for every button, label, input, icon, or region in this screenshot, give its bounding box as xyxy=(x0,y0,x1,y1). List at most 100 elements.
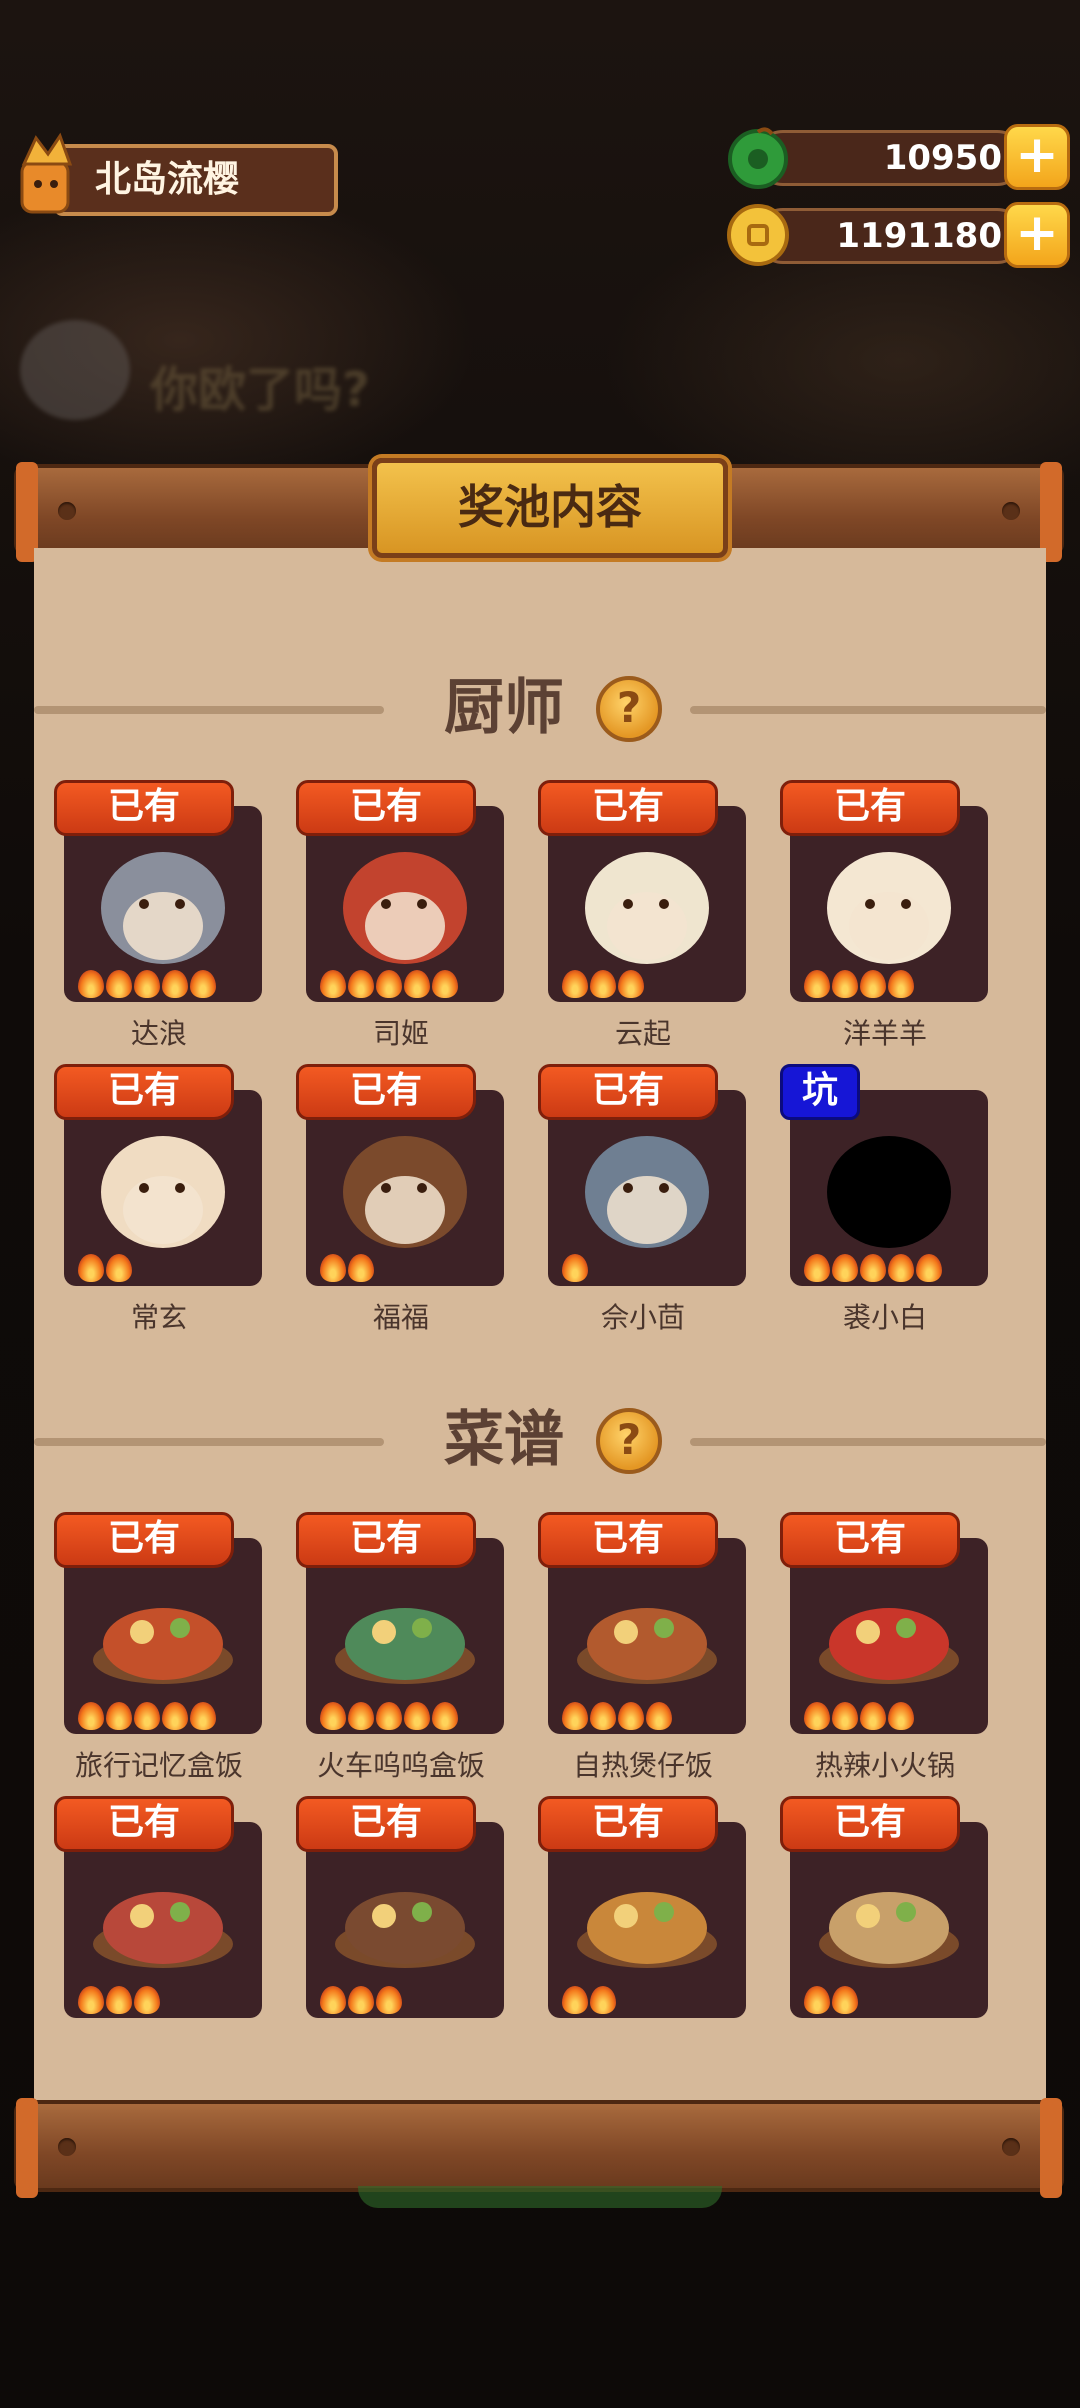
flame-icon xyxy=(804,1702,830,1730)
flame-icon xyxy=(832,1254,858,1282)
recipe-name: 自热煲仔饭 xyxy=(572,1749,713,1782)
chef-portrait-icon xyxy=(318,816,492,966)
flame-icon xyxy=(804,1986,830,2014)
background-banner-text: 你欧了吗? xyxy=(150,362,370,418)
flame-icon xyxy=(190,970,216,998)
chef-portrait-icon xyxy=(560,816,734,966)
flame-icon xyxy=(106,970,132,998)
rarity-flames xyxy=(562,1986,616,2014)
chef-portrait-icon xyxy=(560,1100,734,1250)
panel-bottom-plank xyxy=(14,2098,1064,2198)
chef-name: 裘小白 xyxy=(842,1301,927,1334)
owned-badge: 已有 xyxy=(538,780,718,836)
recipe-card[interactable]: 已有 xyxy=(780,1796,990,2030)
owned-badge: 已有 xyxy=(54,1796,234,1852)
owned-badge: 已有 xyxy=(780,1512,960,1568)
rarity-flames xyxy=(320,1986,402,2014)
chef-card[interactable]: 已有 司姬 xyxy=(296,780,506,1050)
flame-icon xyxy=(78,1254,104,1282)
flame-icon xyxy=(404,970,430,998)
chef-section-label: 厨师 xyxy=(444,673,564,743)
flame-icon xyxy=(376,970,402,998)
owned-badge: 已有 xyxy=(54,1064,234,1120)
flame-icon xyxy=(348,1254,374,1282)
owned-badge: 已有 xyxy=(54,780,234,836)
rarity-flames xyxy=(320,1254,374,1282)
flame-icon xyxy=(618,970,644,998)
chef-card[interactable]: 已有 洋羊羊 xyxy=(780,780,990,1050)
chef-portrait-icon xyxy=(76,1100,250,1250)
player-profile[interactable]: 北岛流樱 xyxy=(8,132,338,220)
recipe-help-button[interactable]: ? xyxy=(596,1408,662,1474)
rarity-flames xyxy=(320,1702,458,1730)
chef-name: 洋羊羊 xyxy=(842,1017,927,1050)
flame-icon xyxy=(348,970,374,998)
flame-icon xyxy=(888,1254,914,1282)
flame-icon xyxy=(590,970,616,998)
flame-icon xyxy=(320,970,346,998)
owned-badge: 已有 xyxy=(538,1796,718,1852)
hidden-button-edge xyxy=(358,2186,722,2208)
chef-avatar-icon xyxy=(20,132,73,214)
panel-title: 奖池内容 xyxy=(372,458,728,558)
rarity-flames xyxy=(562,970,644,998)
chef-name: 常玄 xyxy=(130,1301,187,1334)
flame-icon xyxy=(78,1986,104,2014)
chef-name: 佘小茴 xyxy=(600,1301,685,1334)
recipe-card[interactable]: 已有 自热煲仔饭 xyxy=(538,1512,748,1782)
chef-name: 云起 xyxy=(614,1017,671,1050)
rarity-flames xyxy=(78,1986,160,2014)
flame-icon xyxy=(888,1702,914,1730)
prize-pool-panel[interactable]: 厨师 ? 已有 达浪 已有 司姬 已有 云起 已有 洋羊羊 已有 常玄 已有 福福 已有 佘小茴坑裘小白 … xyxy=(34,548,1046,2104)
chef-card[interactable]: 已有常玄 xyxy=(54,1064,264,1334)
flame-icon xyxy=(646,1702,672,1730)
flame-icon xyxy=(432,1702,458,1730)
dish-icon xyxy=(318,1548,492,1698)
jade-coin-icon xyxy=(728,127,788,189)
flame-icon xyxy=(134,1986,160,2014)
flame-icon xyxy=(404,1702,430,1730)
chef-help-button[interactable]: ? xyxy=(596,676,662,742)
recipe-card[interactable]: 已有 xyxy=(538,1796,748,2030)
chef-section-header: 厨师 ? xyxy=(34,668,1046,748)
add-gold-button[interactable]: + xyxy=(1004,202,1070,268)
flame-icon xyxy=(590,1702,616,1730)
player-name-box: 北岛流樱 xyxy=(53,144,338,216)
chef-card[interactable]: 坑裘小白 xyxy=(780,1064,990,1334)
flame-icon xyxy=(618,1702,644,1730)
recipe-name: 火车呜呜盒饭 xyxy=(316,1749,485,1782)
dish-icon xyxy=(318,1832,492,1982)
owned-badge: 已有 xyxy=(780,1796,960,1852)
dish-icon xyxy=(802,1548,976,1698)
flame-icon xyxy=(320,1702,346,1730)
recipe-card[interactable]: 已有热辣小火锅 xyxy=(780,1512,990,1782)
add-jade-button[interactable]: + xyxy=(1004,124,1070,190)
recipe-name: 热辣小火锅 xyxy=(814,1749,955,1782)
recipe-card[interactable]: 已有 xyxy=(54,1796,264,2030)
flame-icon xyxy=(78,970,104,998)
chef-portrait-icon xyxy=(76,816,250,966)
flame-icon xyxy=(916,1254,942,1282)
recipe-card[interactable]: 已有 xyxy=(296,1796,506,2030)
flame-icon xyxy=(106,1702,132,1730)
gold-coin-icon xyxy=(727,204,789,266)
bird-mascot-icon xyxy=(20,320,130,420)
flame-icon xyxy=(804,1254,830,1282)
flame-icon xyxy=(78,1702,104,1730)
flame-icon xyxy=(832,1702,858,1730)
recipe-card[interactable]: 已有 火车呜呜盒饭 xyxy=(296,1512,506,1782)
flame-icon xyxy=(860,970,886,998)
recipe-card[interactable]: 已有 旅行记忆盒饭 xyxy=(54,1512,264,1782)
chef-card[interactable]: 已有 福福 xyxy=(296,1064,506,1334)
owned-badge: 已有 xyxy=(296,1796,476,1852)
chef-card[interactable]: 已有 佘小茴 xyxy=(538,1064,748,1334)
gold-currency: 1191180 + xyxy=(725,202,1070,268)
chef-card[interactable]: 已有云起 xyxy=(538,780,748,1050)
flame-icon xyxy=(376,1702,402,1730)
flame-icon xyxy=(348,1986,374,2014)
flame-icon xyxy=(804,970,830,998)
flame-icon xyxy=(106,1986,132,2014)
player-name: 北岛流樱 xyxy=(95,159,240,200)
chef-card[interactable]: 已有 达浪 xyxy=(54,780,264,1050)
dish-icon xyxy=(802,1832,976,1982)
